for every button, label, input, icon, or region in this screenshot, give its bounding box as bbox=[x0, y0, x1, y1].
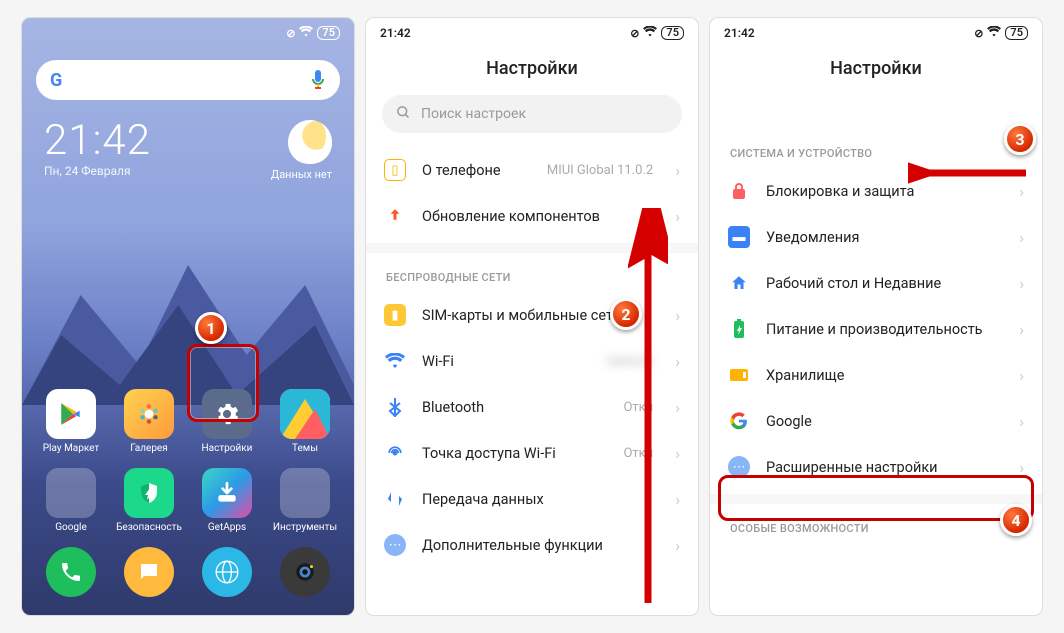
chevron-right-icon: › bbox=[1019, 228, 1024, 247]
dnd-icon: ⊘ bbox=[630, 27, 639, 40]
chevron-right-icon: › bbox=[675, 444, 680, 463]
phone-icon: ▯ bbox=[384, 159, 406, 181]
chevron-right-icon: › bbox=[1019, 412, 1024, 431]
arrow-to-section bbox=[908, 158, 1028, 188]
clock-widget[interactable]: 21:42 Пн, 24 Февраля bbox=[44, 120, 151, 178]
app-gallery[interactable]: Галерея bbox=[112, 389, 186, 454]
dnd-icon: ⊘ bbox=[286, 27, 295, 40]
step-badge-3: 3 bbox=[1004, 123, 1036, 155]
page-title: Настройки bbox=[366, 44, 698, 95]
step-badge-1: 1 bbox=[195, 312, 227, 344]
folder-google[interactable]: Google bbox=[34, 468, 108, 533]
dnd-icon: ⊘ bbox=[974, 27, 983, 40]
battery-icon: 75 bbox=[317, 26, 340, 40]
status-bar: 21:42 ⊘ 75 bbox=[710, 18, 1042, 44]
settings-search[interactable]: Поиск настроек bbox=[382, 95, 682, 133]
phone-settings-system: 21:42 ⊘ 75 Настройки СИСТЕМА И УСТРОЙСТВ… bbox=[710, 18, 1042, 615]
app-play-market[interactable]: Play Маркет bbox=[34, 389, 108, 454]
wifi-icon bbox=[987, 26, 1001, 40]
storage-icon bbox=[728, 364, 750, 386]
row-notifications[interactable]: ▬ Уведомления › bbox=[710, 214, 1042, 260]
status-bar: 21:42 ⊘ 75 bbox=[366, 18, 698, 44]
google-icon bbox=[728, 410, 750, 432]
chevron-right-icon: › bbox=[1019, 274, 1024, 293]
clock-date: Пн, 24 Февраля bbox=[44, 164, 151, 178]
data-icon bbox=[384, 488, 406, 510]
weather-text: Данных нет bbox=[271, 168, 332, 181]
dock-camera[interactable] bbox=[280, 547, 330, 597]
search-icon bbox=[396, 105, 411, 124]
app-themes[interactable]: Темы bbox=[268, 389, 342, 454]
hotspot-icon bbox=[384, 442, 406, 464]
more-icon: ⋯ bbox=[384, 534, 406, 556]
chevron-right-icon: › bbox=[1019, 320, 1024, 339]
mic-icon[interactable] bbox=[310, 69, 326, 91]
folder-tools[interactable]: Инструменты bbox=[268, 468, 342, 533]
row-storage[interactable]: Хранилище › bbox=[710, 352, 1042, 398]
app-getapps[interactable]: GetApps bbox=[190, 468, 264, 533]
chevron-right-icon: › bbox=[675, 161, 680, 180]
chevron-right-icon: › bbox=[675, 398, 680, 417]
chevron-right-icon: › bbox=[1019, 366, 1024, 385]
highlight-advanced-settings bbox=[718, 475, 1034, 521]
lock-icon bbox=[728, 180, 750, 202]
highlight-settings-app bbox=[187, 344, 259, 422]
notifications-icon: ▬ bbox=[728, 226, 750, 248]
dock-messages[interactable] bbox=[124, 547, 174, 597]
chevron-right-icon: › bbox=[675, 306, 680, 325]
chevron-right-icon: › bbox=[675, 536, 680, 555]
row-battery-perf[interactable]: Питание и производительность › bbox=[710, 306, 1042, 352]
status-bar: ⊘ 75 bbox=[22, 18, 354, 44]
chevron-right-icon: › bbox=[675, 490, 680, 509]
bluetooth-icon bbox=[384, 396, 406, 418]
update-icon bbox=[384, 205, 406, 227]
sim-icon: ▮ bbox=[384, 304, 406, 326]
clock-time: 21:42 bbox=[44, 120, 151, 162]
wifi-icon bbox=[299, 26, 313, 40]
dock bbox=[22, 533, 354, 615]
step-badge-4: 4 bbox=[1000, 504, 1032, 536]
chevron-right-icon: › bbox=[675, 207, 680, 226]
dock-browser[interactable] bbox=[202, 547, 252, 597]
wifi-icon bbox=[384, 350, 406, 372]
phone-home: ⊘ 75 G 21:42 Пн, 24 Февраля Данных нет bbox=[22, 18, 354, 615]
battery-icon bbox=[728, 318, 750, 340]
page-title: Настройки bbox=[710, 44, 1042, 95]
weather-icon bbox=[288, 120, 332, 164]
status-time: 21:42 bbox=[724, 26, 755, 40]
row-google[interactable]: Google › bbox=[710, 398, 1042, 444]
scroll-up-arrow bbox=[628, 208, 668, 608]
status-time: 21:42 bbox=[380, 26, 411, 40]
home-icon bbox=[728, 272, 750, 294]
row-home-recents[interactable]: Рабочий стол и Недавние › bbox=[710, 260, 1042, 306]
wifi-icon bbox=[643, 26, 657, 40]
chevron-right-icon: › bbox=[1019, 458, 1024, 477]
battery-icon: 75 bbox=[661, 26, 684, 40]
battery-icon: 75 bbox=[1005, 26, 1028, 40]
row-about-phone[interactable]: ▯ О телефоне MIUI Global 11.0.2 › bbox=[366, 147, 698, 193]
weather-widget[interactable]: Данных нет bbox=[271, 120, 332, 181]
app-security[interactable]: Безопасность bbox=[112, 468, 186, 533]
google-logo: G bbox=[50, 70, 62, 91]
step-badge-2: 2 bbox=[610, 298, 642, 330]
dock-phone[interactable] bbox=[46, 547, 96, 597]
search-placeholder: Поиск настроек bbox=[421, 106, 526, 122]
google-search-bar[interactable]: G bbox=[36, 60, 340, 100]
phone-settings-main: 21:42 ⊘ 75 Настройки Поиск настроек ▯ О … bbox=[366, 18, 698, 615]
chevron-right-icon: › bbox=[675, 352, 680, 371]
